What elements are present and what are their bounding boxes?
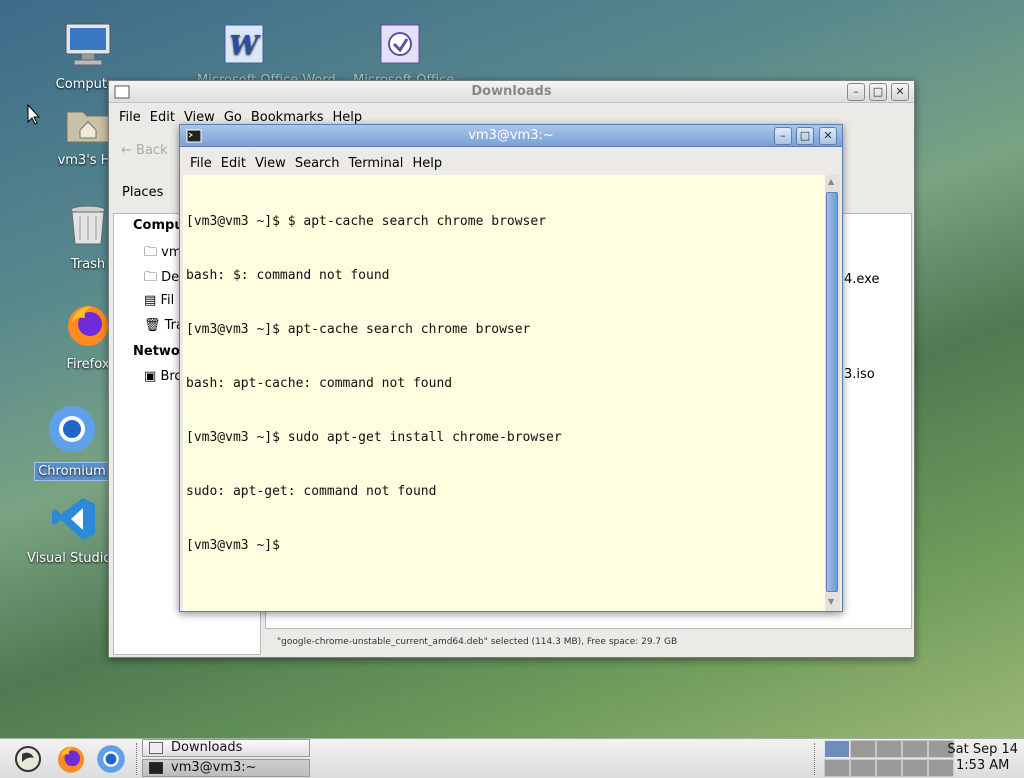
sidebar-item[interactable]: 🗀 vm	[144, 243, 182, 265]
menu-terminal[interactable]: Terminal	[348, 156, 403, 171]
network-icon: ▣	[144, 369, 157, 384]
menu-go[interactable]: Go	[224, 110, 242, 125]
menu-file[interactable]: File	[190, 156, 212, 171]
sidebar-item[interactable]: 🗑 Tra	[144, 318, 184, 333]
menu-help[interactable]: Help	[332, 110, 362, 125]
menu-bookmarks[interactable]: Bookmarks	[251, 110, 324, 125]
terminal-scrollbar[interactable]: ▲ ▼	[825, 175, 840, 611]
workspace-2[interactable]	[850, 740, 876, 758]
sidebar-item[interactable]: ▣ Bro	[144, 369, 182, 384]
terminal-line: [vm3@vm3 ~]$ apt-cache search chrome bro…	[186, 322, 531, 337]
computer-icon	[38, 22, 138, 72]
places-label[interactable]: Places	[122, 185, 163, 200]
menubar: File Edit View Search Terminal Help	[190, 156, 451, 171]
back-button[interactable]: ← Back	[121, 143, 168, 158]
terminal-window: vm3@vm3:~ – □ ✕ File Edit View Search Termin…	[179, 124, 843, 612]
terminal-window-icon	[149, 762, 163, 774]
taskbar: Downloads vm3@vm3:~ Sat Sep 14 1:53 AM	[0, 738, 1024, 778]
menubar: File Edit View Go Bookmarks Help	[119, 110, 371, 125]
maximize-button[interactable]: □	[796, 127, 814, 145]
drive-icon: ▤	[144, 293, 157, 308]
back-label: Back	[136, 143, 168, 158]
menu-search[interactable]: Search	[295, 156, 340, 171]
close-button[interactable]: ✕	[819, 127, 837, 145]
workspace-9[interactable]	[902, 759, 928, 777]
workspace-1[interactable]	[824, 740, 850, 758]
desktop-icon-label: Firefox	[66, 357, 110, 372]
folder-window-icon	[149, 742, 163, 754]
task-label: vm3@vm3:~	[171, 760, 257, 775]
taskbar-separator	[136, 743, 138, 775]
clock-date: Sat Sep 14	[947, 742, 1018, 757]
sidebar-item[interactable]: ▤ Fil	[144, 293, 174, 308]
word-icon: W	[194, 24, 294, 68]
workspace-8[interactable]	[876, 759, 902, 777]
downloads-titlebar[interactable]: Downloads – □ ✕	[109, 81, 914, 103]
desktop-icon-label: Trash	[70, 257, 106, 272]
chromium-icon	[22, 404, 122, 458]
menu-view[interactable]: View	[255, 156, 286, 171]
menu-edit[interactable]: Edit	[221, 156, 246, 171]
terminal-line: bash: $: command not found	[186, 268, 390, 283]
maximize-button[interactable]: □	[869, 83, 887, 101]
folder-icon: 🗀	[144, 245, 158, 260]
task-label: Downloads	[171, 740, 243, 755]
trash-icon: 🗑	[144, 318, 161, 333]
terminal-line: [vm3@vm3 ~]$	[186, 538, 280, 553]
scroll-up-arrow-icon[interactable]: ▲	[828, 177, 834, 186]
firefox-launcher-icon[interactable]	[56, 744, 86, 774]
menu-edit[interactable]: Edit	[150, 110, 175, 125]
terminal-line: [vm3@vm3 ~]$ $ apt-cache search chrome b…	[186, 214, 547, 229]
minimize-button[interactable]: –	[847, 83, 865, 101]
scroll-down-arrow-icon[interactable]: ▼	[828, 597, 834, 606]
terminal-output[interactable]: [vm3@vm3 ~]$ $ apt-cache search chrome b…	[183, 175, 826, 611]
clock-time: 1:53 AM	[955, 758, 1010, 773]
menu-help[interactable]: Help	[412, 156, 442, 171]
minimize-button[interactable]: –	[774, 127, 792, 145]
workspace-7[interactable]	[850, 759, 876, 777]
folder-icon: 🗀	[144, 270, 158, 285]
workspace-3[interactable]	[876, 740, 902, 758]
workspace-4[interactable]	[902, 740, 928, 758]
chromium-launcher-icon[interactable]	[96, 744, 126, 774]
taskbar-item-downloads[interactable]: Downloads	[142, 739, 310, 757]
terminal-titlebar[interactable]: vm3@vm3:~ – □ ✕	[180, 125, 842, 147]
window-title: Downloads	[471, 84, 552, 99]
office-icon	[350, 24, 450, 68]
taskbar-separator	[814, 743, 816, 775]
file-item[interactable]: 3.iso	[844, 367, 875, 382]
sidebar-item[interactable]: 🗀 De	[144, 268, 179, 290]
desktop-icon-chromium[interactable]: Chromium	[22, 404, 122, 481]
workspace-switcher[interactable]	[824, 740, 954, 778]
desktop-icon-label: Chromium	[34, 462, 110, 481]
status-bar: "google-chrome-unstable_current_amd64.de…	[277, 637, 678, 647]
clock[interactable]: Sat Sep 14 1:53 AM	[947, 742, 1018, 774]
menu-file[interactable]: File	[119, 110, 141, 125]
mouse-pointer-icon	[27, 104, 41, 125]
terminal-line: bash: apt-cache: command not found	[186, 376, 453, 391]
terminal-line: [vm3@vm3 ~]$ sudo apt-get install chrome…	[186, 430, 562, 445]
app-menu-icon[interactable]	[12, 744, 44, 774]
back-arrow-icon: ←	[121, 143, 132, 158]
menu-view[interactable]: View	[184, 110, 215, 125]
file-item[interactable]: 4.exe	[844, 272, 879, 287]
scrollbar-thumb[interactable]	[826, 192, 838, 592]
workspace-6[interactable]	[824, 759, 850, 777]
close-button[interactable]: ✕	[891, 83, 909, 101]
taskbar-item-terminal[interactable]: vm3@vm3:~	[142, 759, 310, 777]
svg-text:W: W	[229, 31, 261, 61]
window-title: vm3@vm3:~	[468, 128, 554, 143]
terminal-line: sudo: apt-get: command not found	[186, 484, 437, 499]
